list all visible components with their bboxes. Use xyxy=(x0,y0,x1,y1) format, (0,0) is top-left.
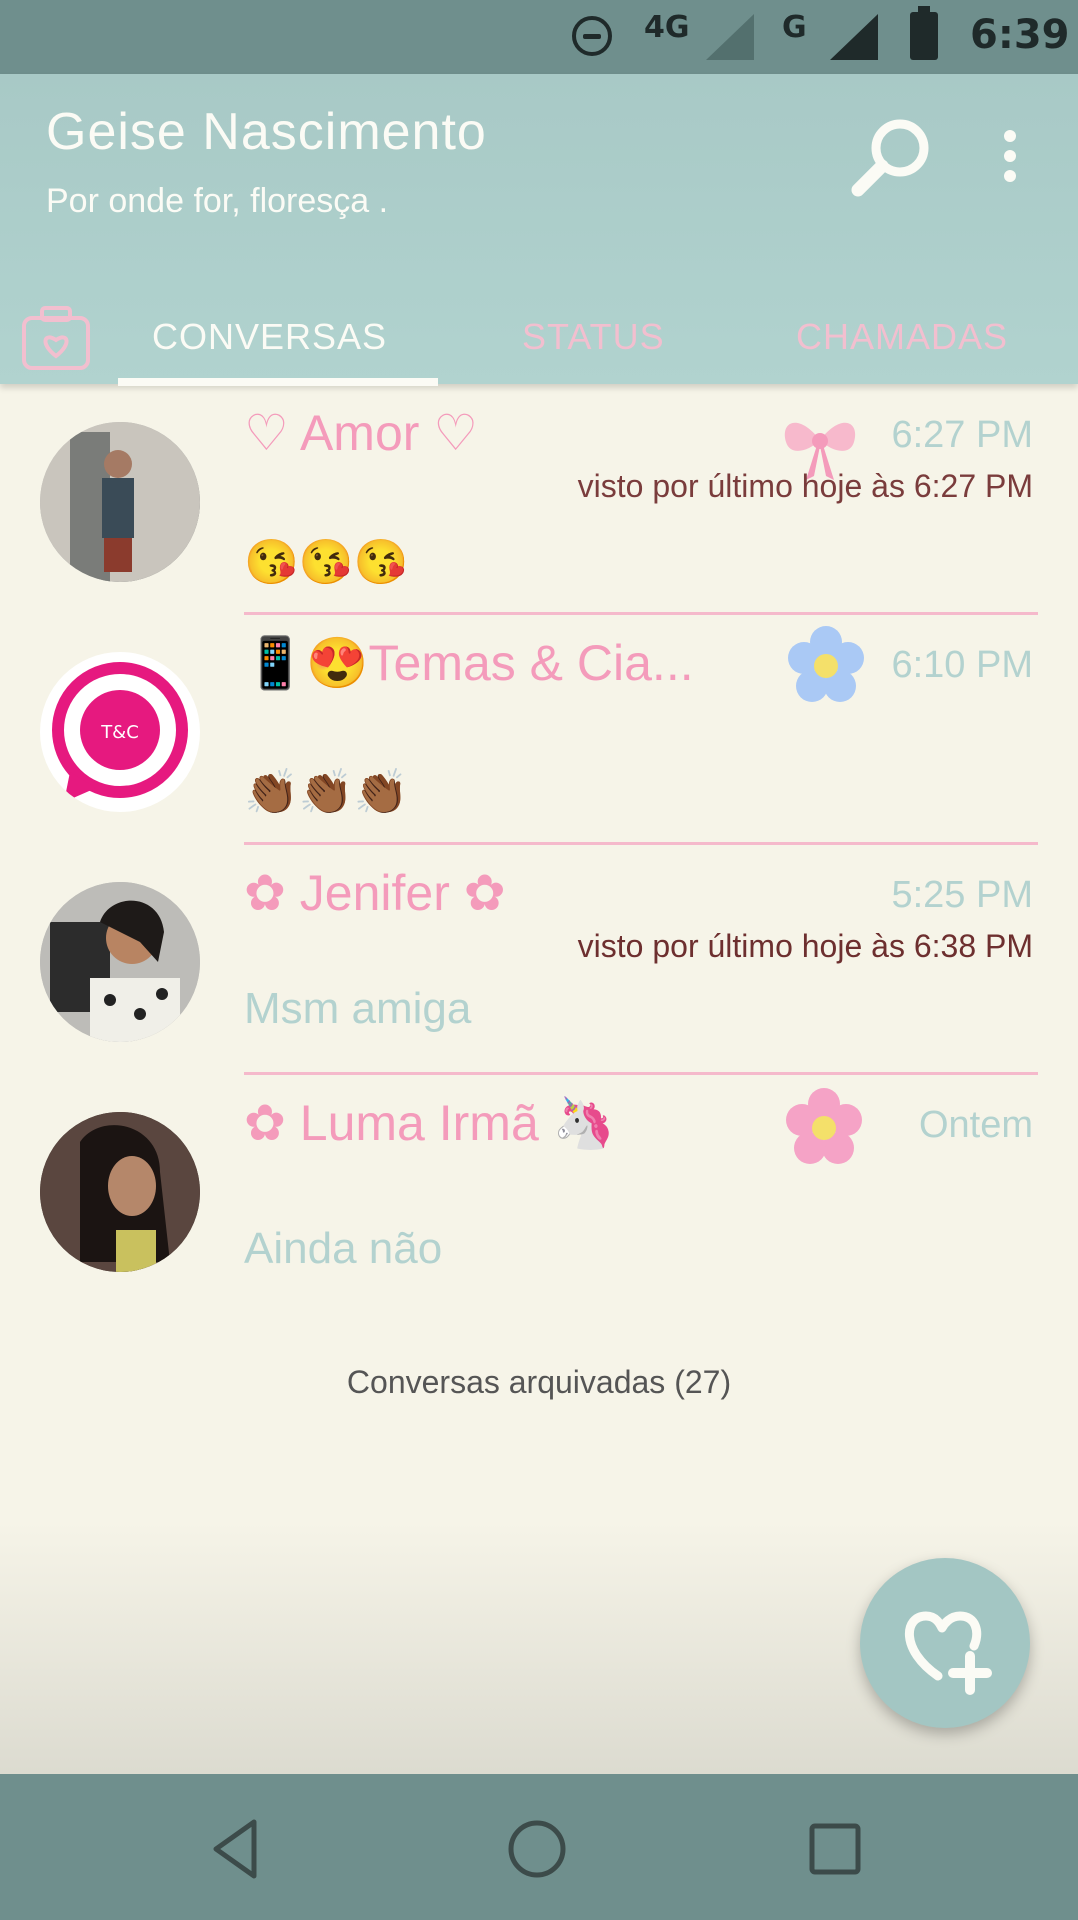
home-icon[interactable] xyxy=(502,1814,572,1884)
search-icon[interactable] xyxy=(846,114,936,204)
whatsapp-logo: T&C xyxy=(52,662,188,802)
battery-icon xyxy=(910,6,938,60)
chat-row-luma[interactable]: ✿ Luma Irmã 🦄 Ontem Ainda não xyxy=(0,1074,1078,1304)
chat-name: ✿ Luma Irmã 🦄 xyxy=(244,1095,615,1151)
chat-time: 6:27 PM xyxy=(891,414,1033,456)
status-bar: 4G G 6:39 xyxy=(0,0,1078,74)
chat-last-message: Msm amiga xyxy=(244,984,472,1033)
avatar-photo xyxy=(40,422,200,582)
do-not-disturb-icon xyxy=(572,16,612,56)
network-type-2: G xyxy=(782,10,807,45)
tab-bar: CONVERSAS STATUS CHAMADAS xyxy=(0,264,1078,386)
app-header: Geise Nascimento Por onde for, floresça … xyxy=(0,74,1078,386)
chat-last-message: 👏🏾👏🏾👏🏾 xyxy=(244,768,409,817)
chat-time: 6:10 PM xyxy=(891,644,1033,686)
avatar-photo xyxy=(40,882,200,1042)
heart-plus-icon xyxy=(904,1611,992,1695)
chat-name: 📱😍Temas & Cia... xyxy=(244,635,694,691)
chat-row-jenifer[interactable]: ✿ Jenifer ✿ 5:25 PM visto por último hoj… xyxy=(0,844,1078,1075)
chat-time: Ontem xyxy=(918,1104,1033,1146)
new-chat-button[interactable] xyxy=(860,1558,1030,1728)
chat-name: ✿ Jenifer ✿ xyxy=(244,865,506,921)
page-title: Geise Nascimento xyxy=(46,103,487,161)
chat-row-temas-cia[interactable]: T&C 📱😍Temas & Cia... 6:10 PM 👏🏾👏🏾👏🏾 xyxy=(0,614,1078,845)
pink-flower-icon xyxy=(786,1088,862,1164)
navigation-bar xyxy=(0,1774,1078,1920)
last-seen: visto por último hoje às 6:27 PM xyxy=(577,468,1033,504)
chat-last-message: Ainda não xyxy=(244,1224,443,1273)
chat-row-amor[interactable]: ♡ Amor ♡ 6:27 PM visto por último hoje à… xyxy=(0,384,1078,615)
tab-conversas[interactable]: CONVERSAS xyxy=(152,316,387,358)
tab-status[interactable]: STATUS xyxy=(522,316,665,358)
avatar[interactable] xyxy=(40,422,200,582)
signal-icon-2 xyxy=(830,14,878,60)
avatar[interactable]: T&C xyxy=(40,652,200,812)
avatar[interactable] xyxy=(40,882,200,1042)
tab-chamadas[interactable]: CHAMADAS xyxy=(796,316,1008,358)
overflow-menu-icon[interactable] xyxy=(990,124,1030,204)
back-icon[interactable] xyxy=(204,1814,274,1884)
recent-apps-icon[interactable] xyxy=(800,1814,870,1884)
signal-icon-1 xyxy=(706,14,754,60)
camera-icon[interactable] xyxy=(18,300,94,376)
last-seen: visto por último hoje às 6:38 PM xyxy=(577,928,1033,964)
clock: 6:39 xyxy=(970,12,1070,58)
blue-flower-icon xyxy=(788,626,864,702)
avatar-photo xyxy=(40,1112,200,1272)
chat-time: 5:25 PM xyxy=(891,874,1033,916)
network-type: 4G xyxy=(644,10,690,45)
svg-text:T&C: T&C xyxy=(100,722,139,743)
archived-chats-link[interactable]: Conversas arquivadas (27) xyxy=(0,1364,1078,1401)
avatar[interactable] xyxy=(40,1112,200,1272)
chat-last-message: 😘😘😘 xyxy=(244,538,409,587)
page-subtitle: Por onde for, floresça . xyxy=(46,182,389,220)
chat-name: ♡ Amor ♡ xyxy=(244,405,479,461)
